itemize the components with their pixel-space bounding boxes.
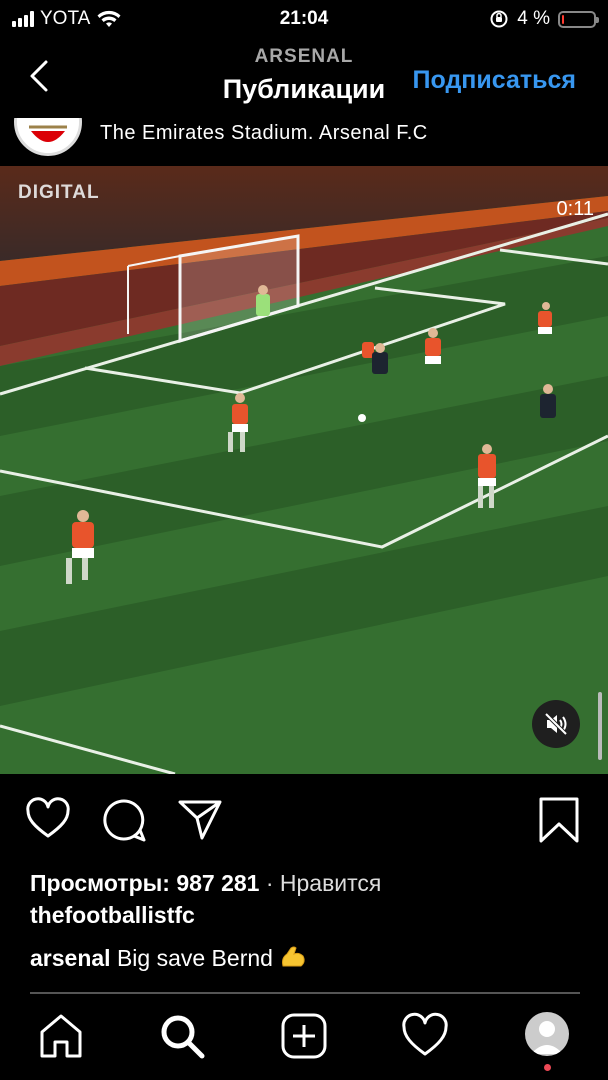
post-video[interactable]: DIGITAL 0:11 <box>0 166 608 774</box>
next-line-peek <box>30 988 580 996</box>
battery-percent: 4 % <box>517 8 550 29</box>
post-actions <box>0 796 608 848</box>
status-bar: YOTA 21:04 4 % <box>0 0 608 38</box>
video-frame <box>0 166 608 774</box>
paper-plane-icon[interactable] <box>176 796 224 844</box>
nav-header: ARSENAL Публикации Подписаться <box>0 38 608 120</box>
flexed-biceps-emoji <box>282 946 305 967</box>
home-icon[interactable] <box>38 1012 84 1060</box>
activity-heart-icon[interactable] <box>400 1012 450 1060</box>
caption-username[interactable]: arsenal <box>30 945 111 971</box>
comment-icon[interactable] <box>100 796 148 844</box>
follow-button[interactable]: Подписаться <box>413 66 576 95</box>
profile-avatar[interactable] <box>525 1012 569 1056</box>
orientation-lock-icon <box>490 10 508 28</box>
post-location[interactable]: The Emirates Stadium. Arsenal F.C <box>100 122 428 145</box>
heart-icon[interactable] <box>24 796 72 844</box>
notification-dot <box>544 1064 551 1071</box>
caption-text: Big save Bernd <box>116 945 273 971</box>
post-header: The Emirates Stadium. Arsenal F.C <box>0 118 608 164</box>
video-timer: 0:11 <box>556 198 594 220</box>
post-caption: arsenal Big save Bernd <box>30 944 307 972</box>
arsenal-logo-avatar[interactable] <box>14 118 82 156</box>
add-post-icon[interactable] <box>280 1012 328 1060</box>
video-watermark: DIGITAL <box>18 182 100 203</box>
account-name: ARSENAL <box>254 46 354 67</box>
bookmark-icon[interactable] <box>536 796 582 844</box>
speaker-muted-icon <box>544 712 568 736</box>
search-icon[interactable] <box>158 1012 206 1060</box>
battery-icon <box>558 10 599 28</box>
likes-label: · Нравится <box>265 870 382 896</box>
views-label: Просмотры: <box>30 870 170 896</box>
liked-by-user[interactable]: thefootballistfc <box>30 902 195 929</box>
view-stats: Просмотры: 987 281 · Нравится <box>30 870 381 897</box>
views-count[interactable]: 987 281 <box>176 870 259 896</box>
mute-button[interactable] <box>532 700 580 748</box>
tab-bar <box>0 996 608 1080</box>
scroll-indicator <box>598 692 602 760</box>
